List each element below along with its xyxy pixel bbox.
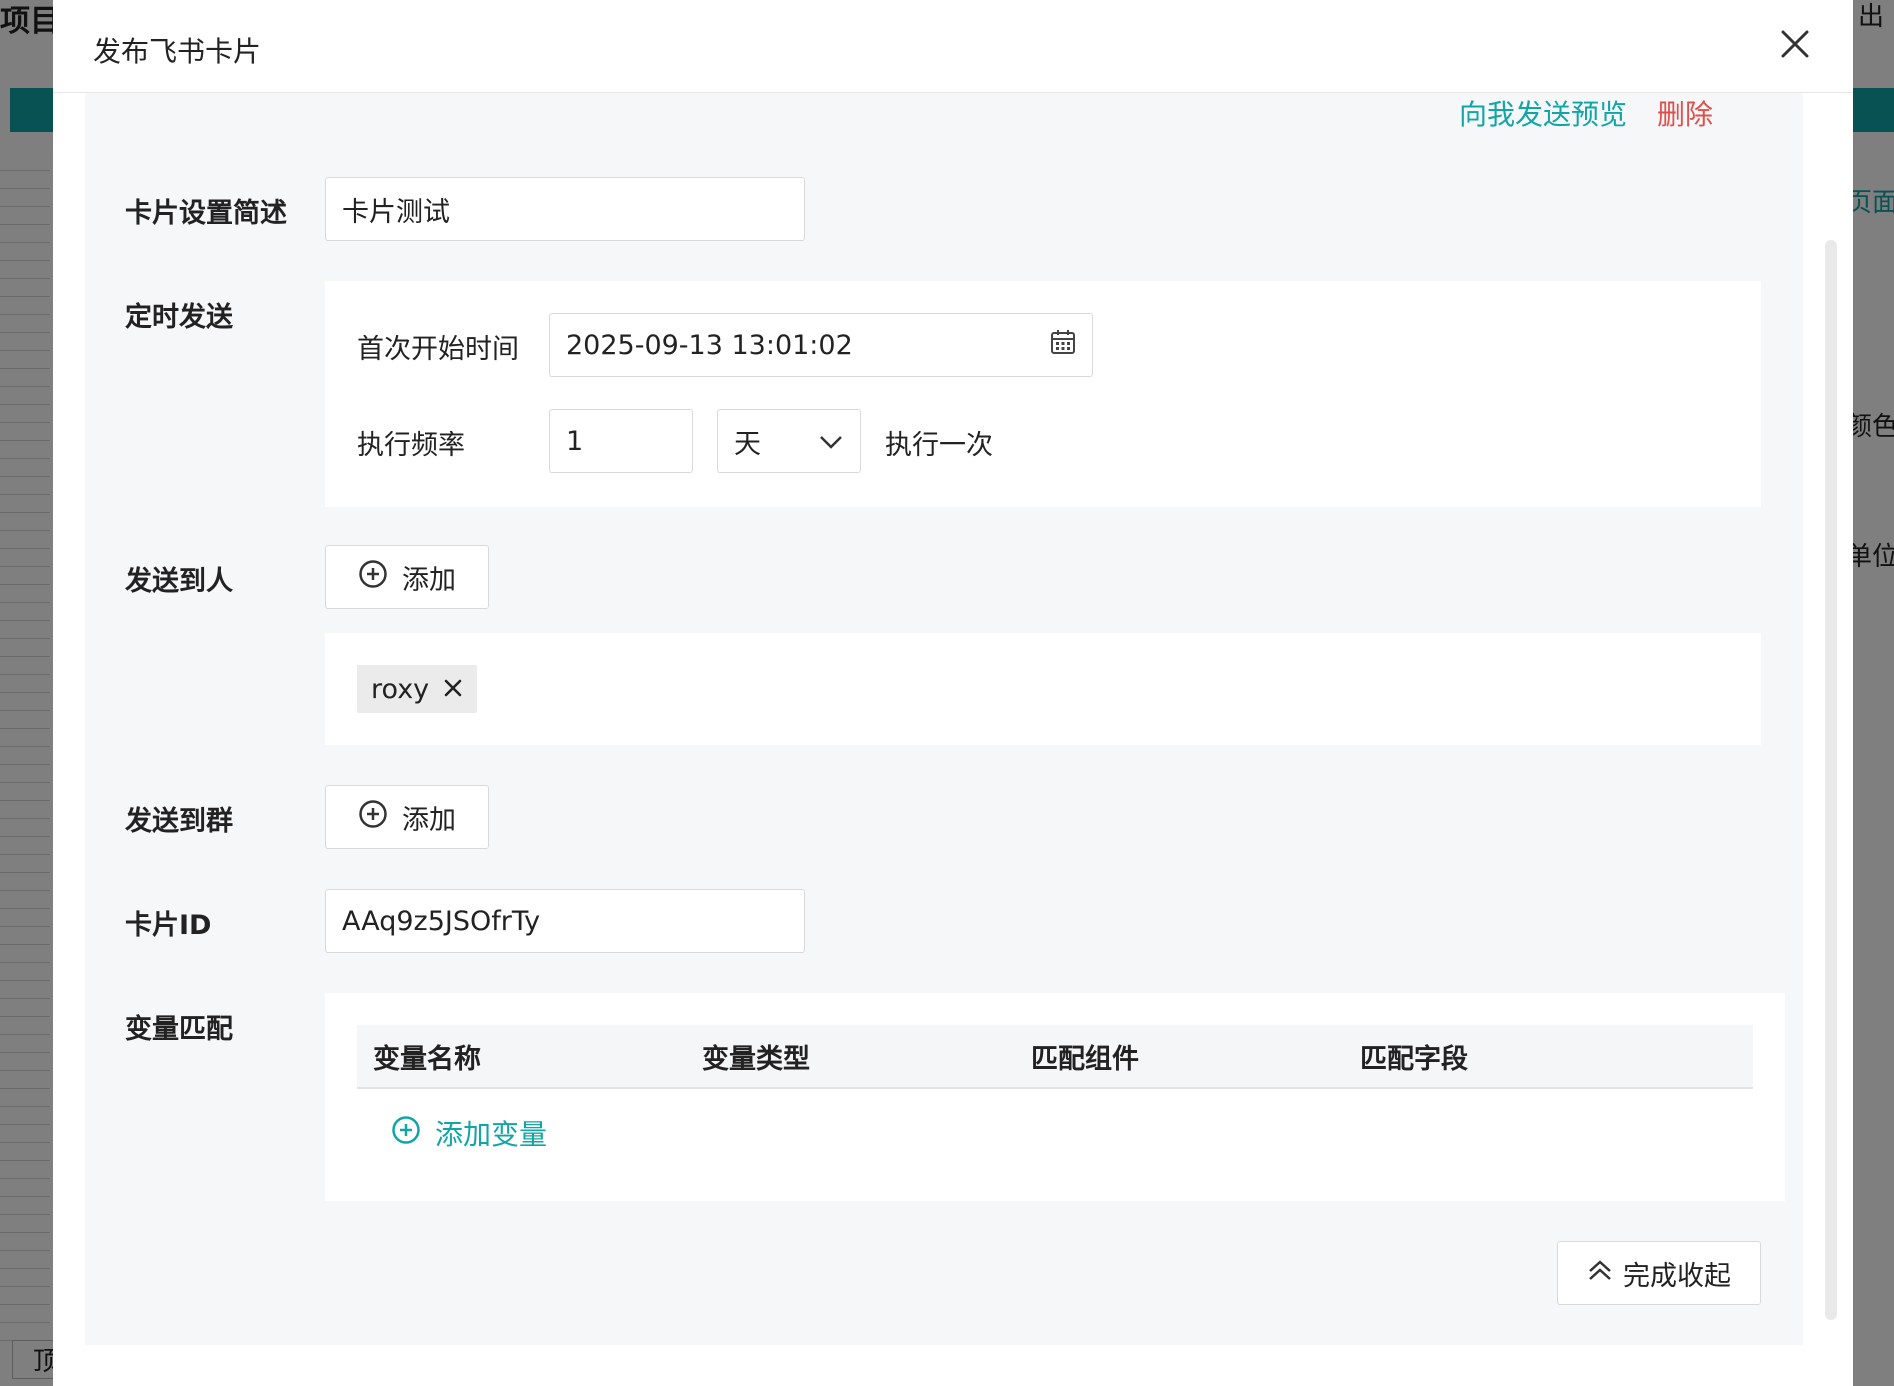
column-variable-type: 变量类型 bbox=[702, 1043, 810, 1075]
frequency-unit-value: 天 bbox=[734, 428, 761, 460]
person-tag-label: roxy bbox=[371, 673, 430, 705]
add-person-button[interactable]: 添加 bbox=[325, 545, 489, 609]
send-preview-link[interactable]: 向我发送预览 bbox=[1459, 93, 1627, 133]
frequency-unit-select[interactable]: 天 bbox=[717, 409, 861, 473]
plus-circle-icon bbox=[391, 1115, 421, 1152]
plus-circle-icon bbox=[358, 559, 388, 596]
column-variable-name: 变量名称 bbox=[373, 1043, 481, 1075]
summary-label: 卡片设置简述 bbox=[125, 198, 287, 229]
double-chevron-up-icon bbox=[1587, 1258, 1613, 1289]
variable-label: 变量匹配 bbox=[125, 1014, 233, 1045]
add-variable-label: 添加变量 bbox=[435, 1118, 548, 1151]
send-person-label: 发送到人 bbox=[125, 566, 233, 597]
collapse-label: 完成收起 bbox=[1623, 1260, 1731, 1292]
modal-title: 发布飞书卡片 bbox=[93, 35, 262, 68]
start-time-value: 2025-09-13 13:01:02 bbox=[566, 329, 853, 361]
person-tag: roxy bbox=[357, 665, 478, 713]
scrollbar[interactable] bbox=[1825, 240, 1837, 1320]
card-actions: 向我发送预览 删除 bbox=[1459, 93, 1713, 133]
schedule-label: 定时发送 bbox=[125, 302, 233, 333]
chevron-down-icon bbox=[818, 426, 844, 457]
start-time-label: 首次开始时间 bbox=[357, 334, 519, 365]
schedule-panel: 首次开始时间 2025-09-13 13:01:02 执行频率 1 天 执行一次 bbox=[325, 281, 1761, 507]
frequency-label: 执行频率 bbox=[357, 430, 465, 461]
variable-panel: 变量名称 变量类型 匹配组件 匹配字段 添加变量 bbox=[325, 993, 1785, 1201]
column-match-component: 匹配组件 bbox=[1031, 1043, 1139, 1075]
send-group-label: 发送到群 bbox=[125, 806, 233, 837]
card-id-label: 卡片ID bbox=[125, 910, 212, 941]
plus-circle-icon bbox=[358, 799, 388, 836]
close-icon[interactable] bbox=[443, 674, 463, 705]
start-time-picker[interactable]: 2025-09-13 13:01:02 bbox=[549, 313, 1093, 377]
variable-table-header: 变量名称 变量类型 匹配组件 匹配字段 bbox=[357, 1025, 1753, 1089]
summary-input[interactable]: 卡片测试 bbox=[325, 177, 805, 241]
add-variable-button[interactable]: 添加变量 bbox=[391, 1113, 547, 1153]
frequency-input[interactable]: 1 bbox=[549, 409, 693, 473]
add-group-button[interactable]: 添加 bbox=[325, 785, 489, 849]
card-id-input[interactable]: AAq9z5JSOfrTy bbox=[325, 889, 805, 953]
publish-card-modal: 发布飞书卡片 向我发送预览 删除 卡片设置简述 卡片测试 定时发送 首次开始时间… bbox=[53, 0, 1853, 1386]
collapse-button[interactable]: 完成收起 bbox=[1557, 1241, 1761, 1305]
column-match-field: 匹配字段 bbox=[1360, 1043, 1468, 1075]
frequency-suffix: 执行一次 bbox=[885, 430, 993, 461]
close-icon[interactable] bbox=[1777, 26, 1813, 62]
modal-header: 发布飞书卡片 bbox=[53, 0, 1853, 93]
calendar-icon[interactable] bbox=[1050, 329, 1076, 362]
delete-link[interactable]: 删除 bbox=[1657, 93, 1713, 133]
person-tags-panel: roxy bbox=[325, 633, 1761, 745]
add-group-label: 添加 bbox=[402, 804, 456, 836]
add-person-label: 添加 bbox=[402, 564, 456, 596]
form-section: 向我发送预览 删除 卡片设置简述 卡片测试 定时发送 首次开始时间 2025-0… bbox=[85, 93, 1803, 1345]
